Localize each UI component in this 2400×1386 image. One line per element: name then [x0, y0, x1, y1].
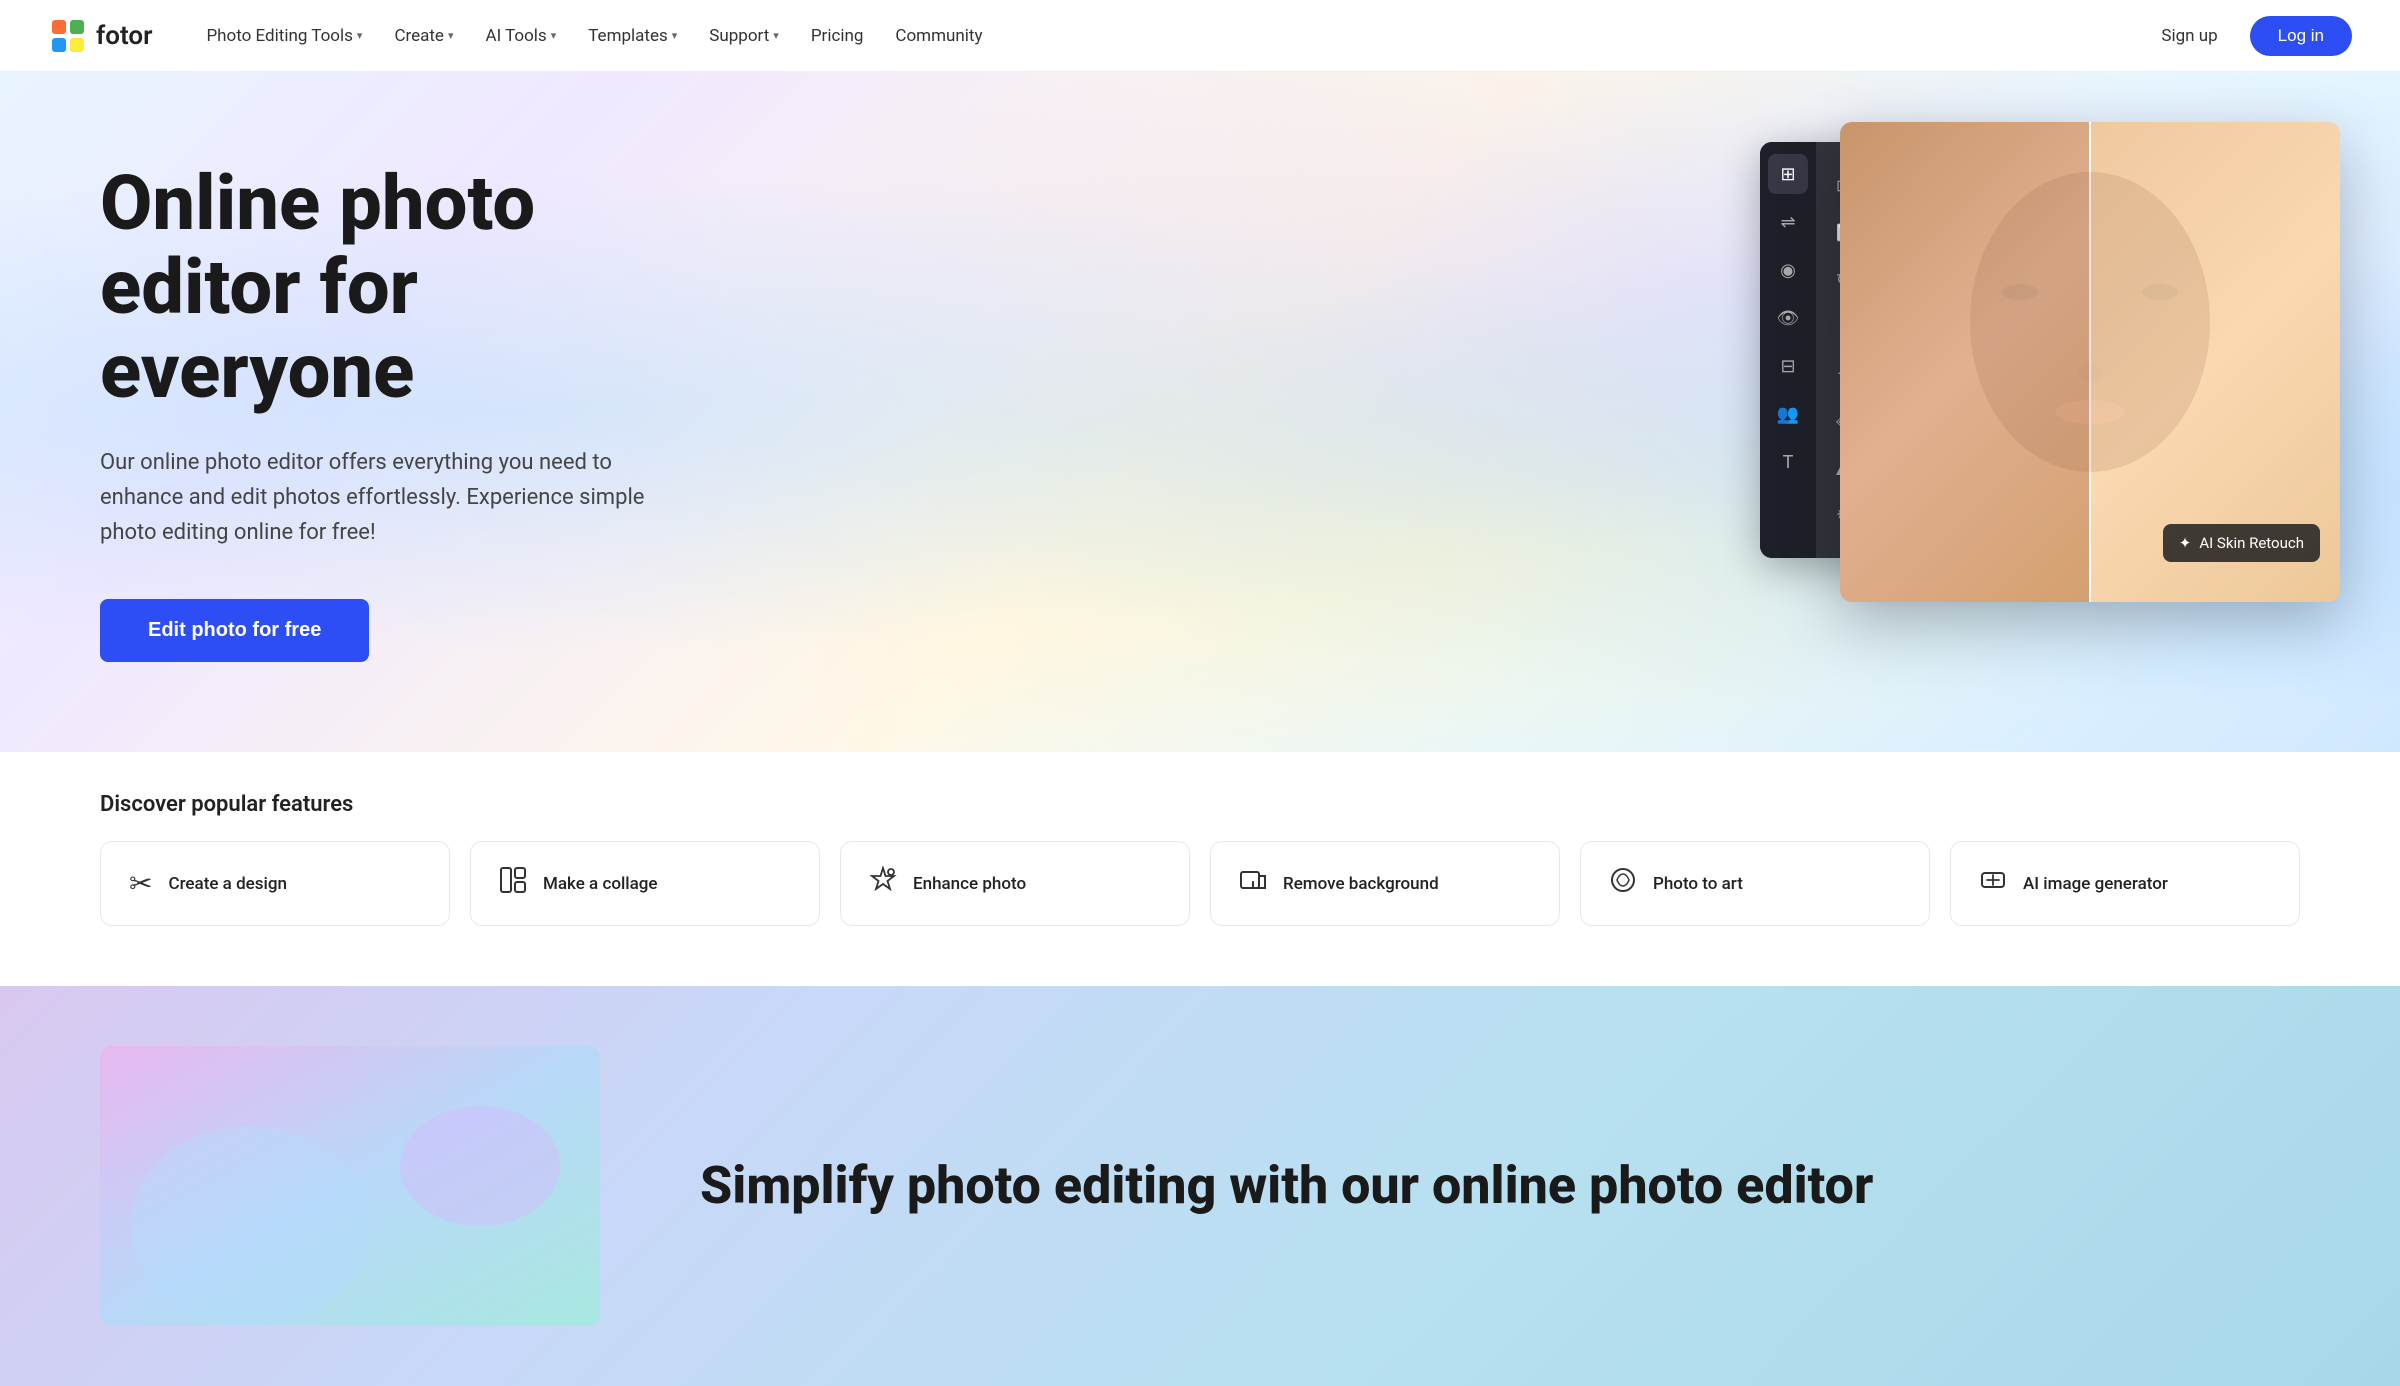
bottom-section: Simplify photo editing with our online p… [0, 986, 2400, 1386]
edit-photo-button[interactable]: Edit photo for free [100, 599, 369, 662]
chevron-down-icon: ▾ [551, 29, 557, 42]
feature-create-design[interactable]: ✂ Create a design [100, 841, 450, 926]
nav-create[interactable]: Create ▾ [380, 18, 467, 54]
chevron-down-icon: ▾ [672, 29, 678, 42]
ai-badge-label: AI Skin Retouch [2199, 534, 2304, 552]
remove-bg-label: Remove background [1283, 874, 1439, 894]
ai-gen-icon [1979, 866, 2007, 901]
remove-bg-icon [1239, 866, 1267, 901]
chevron-down-icon: ▾ [357, 29, 363, 42]
sidebar-adjust-icon[interactable]: ⇌ [1768, 202, 1808, 242]
photo-preview: ✦ AI Skin Retouch [1840, 122, 2340, 602]
feature-remove-background[interactable]: Remove background [1210, 841, 1560, 926]
sidebar-people-icon[interactable]: 👥 [1768, 394, 1808, 434]
feature-make-collage[interactable]: Make a collage [470, 841, 820, 926]
features-grid: ✂ Create a design Make a collage Enhance… [100, 841, 2300, 926]
photo-art-icon [1609, 866, 1637, 901]
nav-actions: Sign up Log in [2145, 16, 2352, 56]
collage-icon [499, 866, 527, 901]
logo[interactable]: fotor [48, 16, 152, 56]
bottom-text: Simplify photo editing with our online p… [700, 1155, 1873, 1217]
panel-sidebar: ⊞ ⇌ ◉ 👁 ⊟ 👥 T [1760, 142, 1816, 558]
ai-skin-badge: ✦ AI Skin Retouch [2163, 524, 2320, 562]
ai-badge-icon: ✦ [2179, 534, 2192, 552]
collage-label: Make a collage [543, 874, 658, 894]
enhance-label: Enhance photo [913, 874, 1026, 894]
navigation: fotor Photo Editing Tools ▾ Create ▾ AI … [0, 0, 2400, 72]
signup-button[interactable]: Sign up [2145, 18, 2233, 54]
sidebar-eye-icon[interactable]: 👁 [1768, 298, 1808, 338]
hero-section: Online photo editor for everyone Our onl… [0, 72, 2400, 752]
nav-support[interactable]: Support ▾ [695, 18, 793, 54]
nav-pricing[interactable]: Pricing [797, 18, 878, 54]
create-design-label: Create a design [168, 874, 286, 894]
bottom-preview-image [100, 1046, 600, 1326]
hero-image-area: ⊞ ⇌ ◉ 👁 ⊟ 👥 T ⊡ Crop ⬜ Resize ↻ [1760, 122, 2340, 642]
nav-links: Photo Editing Tools ▾ Create ▾ AI Tools … [192, 18, 2145, 54]
feature-photo-to-art[interactable]: Photo to art [1580, 841, 1930, 926]
sidebar-crop-icon[interactable]: ⊟ [1768, 346, 1808, 386]
nav-photo-editing-tools[interactable]: Photo Editing Tools ▾ [192, 18, 376, 54]
bottom-title: Simplify photo editing with our online p… [700, 1155, 1873, 1217]
features-section: Discover popular features ✂ Create a des… [0, 752, 2400, 986]
feature-ai-image-generator[interactable]: AI image generator [1950, 841, 2300, 926]
hero-description: Our online photo editor offers everythin… [100, 445, 700, 551]
login-button[interactable]: Log in [2250, 16, 2352, 56]
chevron-down-icon: ▾ [773, 29, 779, 42]
nav-templates[interactable]: Templates ▾ [574, 18, 691, 54]
sidebar-text-icon[interactable]: T [1768, 442, 1808, 482]
create-design-icon: ✂ [129, 867, 152, 900]
photo-art-label: Photo to art [1653, 874, 1743, 894]
hero-content: Online photo editor for everyone Our onl… [0, 82, 800, 741]
nav-ai-tools[interactable]: AI Tools ▾ [471, 18, 570, 54]
enhance-icon [869, 866, 897, 901]
hero-title: Online photo editor for everyone [100, 162, 700, 413]
sidebar-grid-icon[interactable]: ⊞ [1768, 154, 1808, 194]
features-title: Discover popular features [100, 752, 2300, 841]
sidebar-beauty-icon[interactable]: ◉ [1768, 250, 1808, 290]
chevron-down-icon: ▾ [448, 29, 454, 42]
ai-gen-label: AI image generator [2023, 874, 2168, 894]
nav-community[interactable]: Community [881, 18, 996, 54]
logo-text: fotor [96, 21, 152, 51]
feature-enhance-photo[interactable]: Enhance photo [840, 841, 1190, 926]
